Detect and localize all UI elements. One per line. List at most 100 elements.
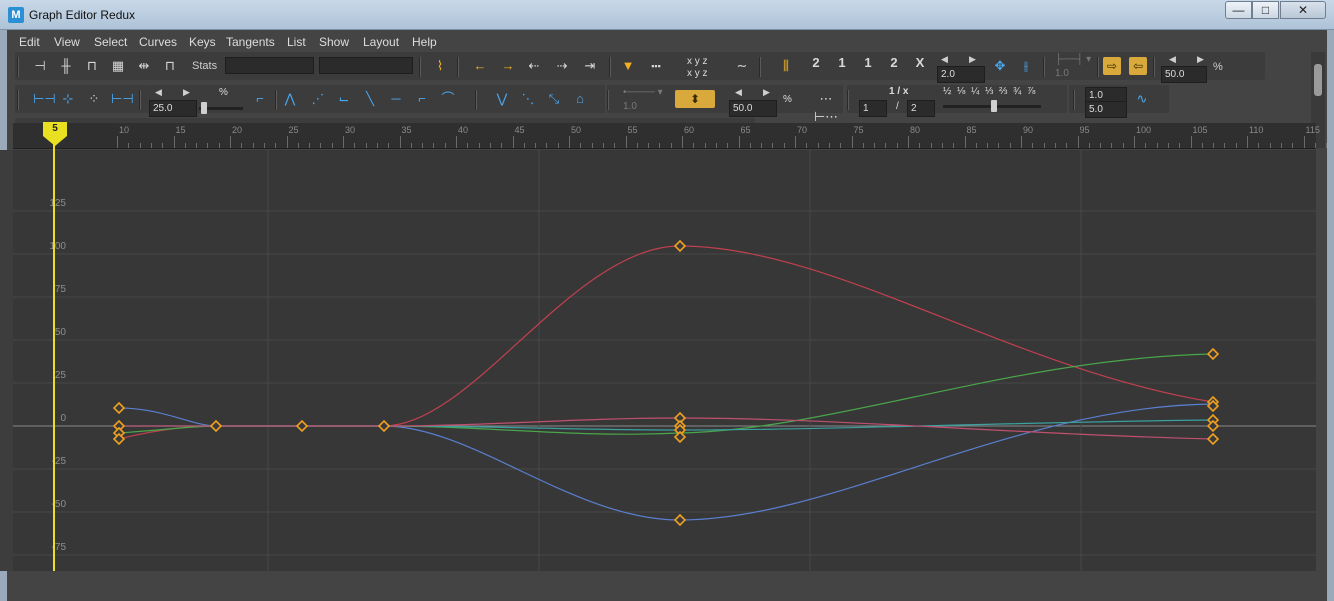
menu-tangents[interactable]: Tangents [226,35,275,49]
step-1-left-icon[interactable]: 1 [833,54,851,72]
ruler-minor-tick [467,143,469,148]
linear-diagonal-icon[interactable]: ╲ [361,90,379,108]
ruler-minor-tick [1145,143,1147,148]
menu-curves[interactable]: Curves [139,35,177,49]
fraction-two-thirds[interactable]: ⅔ [999,86,1007,97]
decrement-arrow[interactable]: ◀ [941,54,948,65]
maximize-button[interactable]: □ [1252,1,1279,19]
filter-icon[interactable]: ▼ [619,57,637,75]
keyframe [112,401,126,415]
fraction-eighth[interactable]: ⅛ [957,86,965,97]
insert-keys-icon[interactable]: ╫ [57,57,75,75]
ruler-minor-tick [478,143,480,148]
ruler-minor-tick [749,143,751,148]
menu-help[interactable]: Help [412,35,437,49]
stats-field-value[interactable] [319,57,413,74]
frame-selection-icon[interactable]: ⊹ [59,90,77,108]
step-x-icon[interactable]: X [911,54,929,72]
menu-keys[interactable]: Keys [189,35,216,49]
clamped-tangents-icon[interactable]: ⋰ [309,90,327,108]
graph-area[interactable]: 1251007550250-25-50-75-100 [13,150,1316,571]
spline-tangents-icon[interactable]: ⋀ [281,90,299,108]
arrow-right-icon[interactable]: → [499,57,517,75]
fraction-three-quarters[interactable]: ¾ [1013,86,1021,97]
add-keys-icon[interactable]: ⊓ [83,57,101,75]
fraction-third[interactable]: ⅓ [985,86,993,97]
unify-tangents-icon[interactable]: ⋱ [519,90,537,108]
current-time-marker[interactable] [53,123,55,571]
fraction-slider-knob[interactable] [991,100,997,112]
tangent-percent-slider-knob[interactable] [201,102,207,114]
minimize-button[interactable]: — [1225,1,1252,19]
ruler-major-tick [343,136,344,148]
arrow-left-icon[interactable]: ← [471,57,489,75]
flat-tangents-icon[interactable]: ─ [387,90,405,108]
menu-select[interactable]: Select [94,35,127,49]
increment-arrow[interactable]: ▶ [763,87,770,98]
buffer-scale-field[interactable]: 2.0 [937,66,985,83]
value-axis-label: 25 [54,370,66,381]
shift-keys-left-icon[interactable]: ⇠ [525,57,543,75]
tangent-weight-icon[interactable]: •──── ▾ [623,87,663,98]
scale-horizontal-icon[interactable]: ✥ [991,57,1009,75]
scrollbar-thumb[interactable] [1314,64,1322,96]
buffer-curve-icon[interactable]: ⫼ [777,57,795,75]
auto-tangent-icon[interactable]: ⌇ [431,57,449,75]
ruler-tick-label: 100 [1136,125,1152,135]
step-curve-icon[interactable]: ├──┤ ▾ [1055,54,1091,65]
decrement-arrow[interactable]: ◀ [155,87,162,98]
frame-playback-icon[interactable]: ⁘ [85,90,103,108]
tangent-percent-field[interactable]: 25.0 [149,100,197,117]
step-tangent-icon[interactable]: ⌐ [251,90,269,108]
move-nearest-picked-key-icon[interactable]: ⊣ [31,57,49,75]
ruler-minor-tick [218,143,220,148]
stepped-tangents-icon[interactable]: ⌐ [413,90,431,108]
graph-canvas[interactable] [13,150,1316,571]
menu-layout[interactable]: Layout [363,35,399,49]
lattice-deform-icon[interactable]: ▦ [109,57,127,75]
plateau-tangents-icon[interactable]: ⌒ [439,90,457,108]
import-right-icon[interactable]: ⇨ [1103,57,1121,75]
value-b-field[interactable]: 5.0 [1085,101,1127,118]
time-ruler[interactable]: 10 15 20 25 30 35 40 45 50 55 60 65 70 75 80 85 90 95 100 1… [13,123,1328,149]
center-current-time-icon[interactable]: ⊢⊣ [111,90,134,108]
curve-stretch-icon[interactable]: ⬍ [675,90,715,108]
decrement-arrow[interactable]: ◀ [735,87,742,98]
snap-keys-icon[interactable]: ⇥ [581,57,599,75]
menu-edit[interactable]: Edit [19,35,40,49]
fraction-numerator-field[interactable]: 1 [859,100,887,117]
free-weight-icon[interactable]: ⤡ [545,90,563,108]
percent-field[interactable]: 50.0 [1161,66,1207,83]
select-xyz-grid-icon[interactable]: ▪▪▪ [647,57,665,75]
linear-tangents-icon[interactable]: ⌙ [335,90,353,108]
menu-show[interactable]: Show [319,35,349,49]
step-2-left-icon[interactable]: 2 [807,54,825,72]
scale-field[interactable]: 50.0 [729,100,777,117]
fraction-quarter[interactable]: ¼ [971,86,979,97]
align-icon[interactable]: ⋯⊢⋯ [811,90,841,124]
decrement-arrow[interactable]: ◀ [1169,54,1176,65]
ruler-major-tick [1077,136,1079,148]
shift-keys-right-icon[interactable]: ⇢ [553,57,571,75]
increment-arrow[interactable]: ▶ [183,87,190,98]
frame-all-icon[interactable]: ⊢⊣ [33,90,56,108]
increment-arrow[interactable]: ▶ [969,54,976,65]
menu-view[interactable]: View [54,35,80,49]
step-1-right-icon[interactable]: 1 [859,54,877,72]
break-tangents-icon[interactable]: ⋁ [493,90,511,108]
stats-field-time[interactable] [225,57,314,74]
fraction-seven-eighths[interactable]: ⅞ [1027,86,1035,97]
close-button[interactable]: ✕ [1280,1,1326,19]
menu-list[interactable]: List [287,35,306,49]
step-2-right-icon[interactable]: 2 [885,54,903,72]
region-tool-icon[interactable]: ⇹ [135,57,153,75]
retime-tool-icon[interactable]: ⊓ [161,57,179,75]
noise-icon[interactable]: ∿ [1133,90,1151,108]
lock-weight-icon[interactable]: ⌂ [571,90,589,108]
split-keys-icon[interactable]: ⫲ [1017,57,1035,75]
import-left-icon[interactable]: ⇦ [1129,57,1147,75]
fraction-half[interactable]: ½ [943,86,951,97]
increment-arrow[interactable]: ▶ [1197,54,1204,65]
curve-smooth-icon[interactable]: ∼ [733,57,751,75]
fraction-denominator-field[interactable]: 2 [907,100,935,117]
